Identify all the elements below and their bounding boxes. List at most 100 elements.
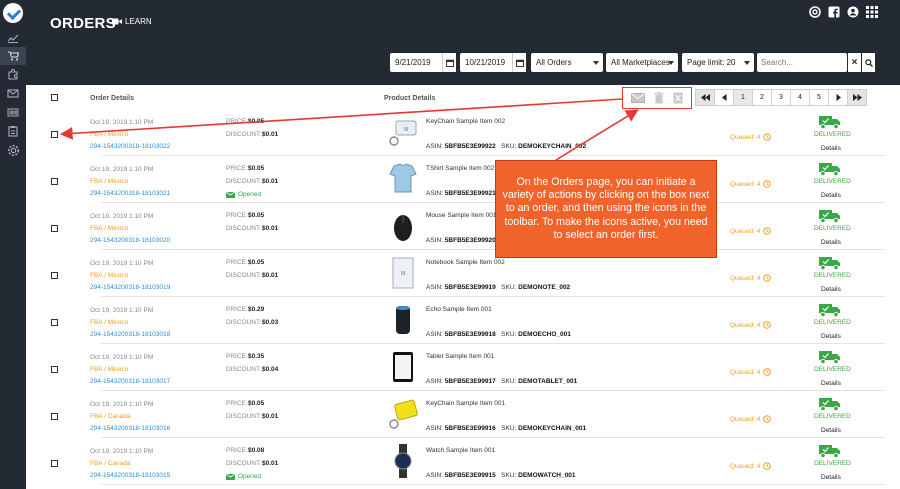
details-link[interactable]: Details (821, 192, 841, 199)
product-name: Watch Sample Item 001 (426, 447, 496, 454)
price-label: PRICE: (226, 353, 248, 360)
envelope-open-icon (226, 473, 235, 480)
search-icon (864, 58, 873, 67)
product-thumbnail[interactable]: N (388, 256, 418, 290)
page-limit-select[interactable]: Page limit: 20 (682, 53, 754, 72)
row-checkbox[interactable] (51, 413, 58, 420)
row-checkbox[interactable] (51, 131, 58, 138)
details-link[interactable]: Details (821, 427, 841, 434)
last-page-button[interactable] (847, 89, 867, 106)
chevron-right-icon (836, 94, 841, 101)
product-thumbnail[interactable]: N (388, 115, 418, 149)
page-button-3[interactable]: 3 (771, 89, 791, 106)
sidebar-item-orders[interactable] (0, 47, 26, 65)
page-button-5[interactable]: 5 (809, 89, 829, 106)
sidebar-item-integrations[interactable] (0, 65, 26, 83)
queued-status: Queued: 4 (730, 274, 772, 282)
product-thumbnail[interactable] (388, 350, 418, 384)
order-date: Oct 19, 2019 1:10 PM (90, 213, 154, 220)
row-checkbox[interactable] (51, 178, 58, 185)
page-button-2[interactable]: 2 (752, 89, 772, 106)
order-id-link[interactable]: 294-1543200318-18103021 (90, 190, 170, 197)
prev-page-button[interactable] (714, 89, 734, 106)
sidebar (0, 0, 26, 489)
lifebuoy-icon[interactable] (809, 6, 821, 18)
sidebar-item-inventory[interactable] (0, 103, 26, 121)
sidebar-item-messages[interactable] (0, 84, 26, 102)
details-link[interactable]: Details (821, 333, 841, 340)
queued-label: Queued: 4 (730, 274, 761, 282)
details-link[interactable]: Details (821, 145, 841, 152)
price-value: $0.35 (248, 353, 265, 360)
row-checkbox[interactable] (51, 366, 58, 373)
price-value: $0.05 (248, 259, 265, 266)
date-from-calendar-button[interactable] (442, 53, 456, 72)
facebook-icon[interactable] (828, 6, 840, 18)
price-value: $0.08 (248, 447, 265, 454)
row-checkbox[interactable] (51, 319, 58, 326)
marketplace-select[interactable]: All Marketplaces (606, 53, 678, 72)
discount-value: $0.04 (262, 366, 279, 373)
sidebar-item-reports[interactable] (0, 122, 26, 140)
order-id-link[interactable]: 294-1543200318-18103020 (90, 237, 170, 244)
next-page-button[interactable] (828, 89, 848, 106)
product-thumbnail[interactable] (388, 209, 418, 243)
search-button[interactable] (862, 53, 875, 72)
row-checkbox[interactable] (51, 460, 58, 467)
order-id-link[interactable]: 294-1543200318-18103016 (90, 425, 170, 432)
order-id-link[interactable]: 294-1543200318-18103015 (90, 472, 170, 479)
cancel-icon[interactable] (673, 92, 683, 104)
email-icon[interactable] (630, 93, 645, 103)
search-input[interactable] (757, 53, 847, 72)
order-id-link[interactable]: 294-1543200318-18103022 (90, 143, 170, 150)
product-thumbnail[interactable] (388, 397, 418, 431)
gear-icon (7, 144, 19, 156)
order-date: Oct 19, 2019 1:10 PM (90, 166, 154, 173)
user-icon[interactable] (847, 6, 859, 18)
order-date: Oct 19, 2019 1:10 PM (90, 260, 154, 267)
sidebar-item-analytics[interactable] (0, 29, 26, 47)
delivery-truck-icon (819, 304, 840, 317)
trash-icon[interactable] (654, 92, 664, 104)
product-thumbnail[interactable] (388, 444, 418, 478)
logo-icon[interactable] (3, 3, 23, 23)
details-link[interactable]: Details (821, 380, 841, 387)
clear-search-button[interactable]: × (848, 53, 861, 72)
first-page-button[interactable] (695, 89, 715, 106)
details-link[interactable]: Details (821, 474, 841, 481)
sku-label: SKU: (501, 378, 517, 385)
product-name: TShirt Sample Item 002 (426, 165, 495, 172)
table-row: Oct 19, 2019 1:10 PM FBA / Canada 294-1543… (26, 391, 900, 438)
close-icon: × (851, 57, 858, 68)
sidebar-item-settings[interactable] (0, 141, 26, 159)
row-checkbox[interactable] (51, 225, 58, 232)
order-id-link[interactable]: 294-1543200318-18103017 (90, 378, 170, 385)
queued-label: Queued: 4 (730, 321, 761, 329)
asin-value: 5BFB5E3E99916 (444, 425, 496, 432)
bulk-action-toolbar (622, 87, 692, 109)
opened-label: Opened (238, 191, 262, 198)
details-link[interactable]: Details (821, 239, 841, 246)
order-id-link[interactable]: 294-1543200318-18103019 (90, 284, 170, 291)
asin-label: ASIN: (426, 378, 443, 385)
envelope-open-icon (226, 191, 235, 198)
discount-value: $0.01 (262, 413, 279, 420)
price-label: PRICE: (226, 447, 248, 454)
grid-icon[interactable] (866, 6, 878, 18)
row-checkbox[interactable] (51, 272, 58, 279)
page-title: ORDERS (50, 15, 116, 32)
queued-label: Queued: 4 (730, 462, 761, 470)
page-button-1[interactable]: 1 (733, 89, 753, 106)
product-thumbnail[interactable] (388, 303, 418, 337)
order-id-link[interactable]: 294-1543200318-18103018 (90, 331, 170, 338)
details-link[interactable]: Details (821, 286, 841, 293)
order-date: Oct 19, 2019 1:10 PM (90, 307, 154, 314)
asin-label: ASIN: (426, 143, 443, 150)
order-status-select[interactable]: All Orders (531, 53, 603, 72)
page-button-4[interactable]: 4 (790, 89, 810, 106)
date-to-calendar-button[interactable] (512, 53, 526, 72)
delivery-truck-icon (819, 163, 840, 176)
learn-link[interactable]: LEARN (112, 17, 152, 26)
select-all-checkbox[interactable] (51, 94, 58, 101)
product-thumbnail[interactable] (388, 162, 418, 196)
